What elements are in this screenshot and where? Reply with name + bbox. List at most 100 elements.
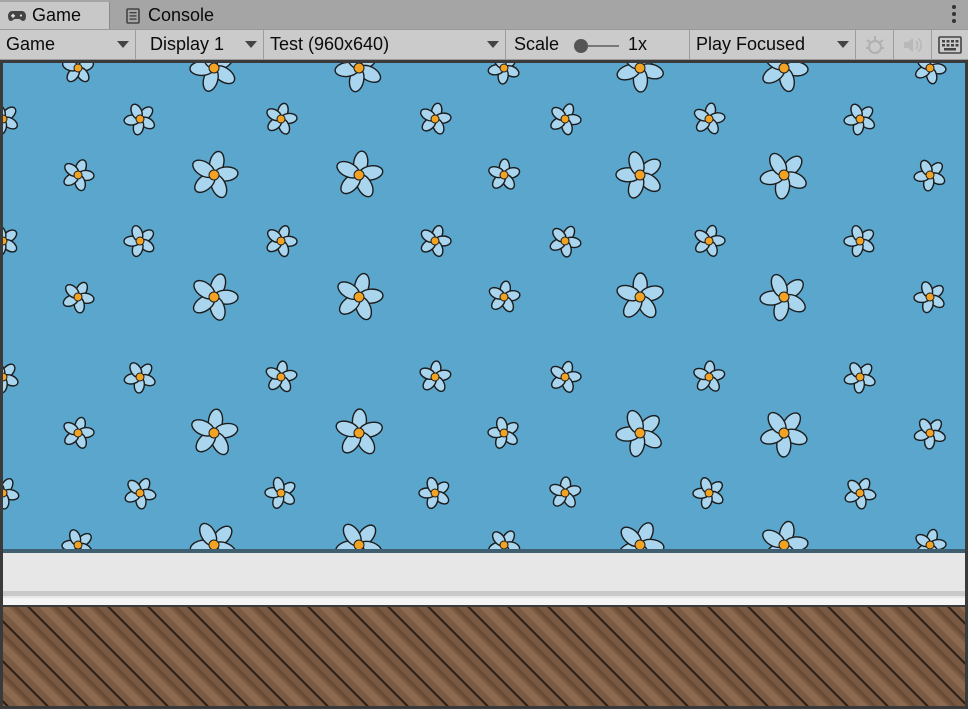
wooden-floor [3, 607, 965, 706]
flower-center [430, 236, 440, 246]
flower-center [3, 372, 8, 382]
flower-center [73, 428, 83, 438]
flower-center [73, 170, 83, 180]
display-dropdown[interactable]: Display 1 [136, 30, 264, 59]
flower-center [3, 114, 8, 124]
audio-mute-button[interactable] [894, 30, 932, 59]
play-mode-dropdown[interactable]: Play Focused [690, 30, 856, 59]
chevron-down-icon [245, 41, 257, 48]
game-viewport[interactable] [0, 60, 968, 709]
flower-center [135, 114, 145, 124]
floor-edge [3, 605, 965, 607]
flower-center [276, 372, 286, 382]
flower-center [499, 292, 509, 302]
chevron-down-icon [487, 41, 499, 48]
flower-center [430, 372, 440, 382]
flower-center [855, 114, 865, 124]
flower-center [925, 540, 935, 550]
wallpaper [3, 63, 965, 551]
view-mode-value: Game [6, 34, 56, 54]
scale-value: 1x [628, 34, 648, 54]
tab-console-label: Console [148, 5, 215, 25]
tab-game[interactable]: Game [0, 2, 110, 29]
flower-center [634, 539, 646, 551]
flower-center [353, 291, 365, 303]
skirting-groove [3, 591, 965, 596]
flower-center [353, 63, 365, 74]
scale-label: Scale [514, 34, 560, 54]
flower-center [73, 63, 83, 73]
view-mode-dropdown[interactable]: Game [0, 30, 136, 59]
flower-center [208, 63, 220, 74]
flower-center [855, 488, 865, 498]
audio-mute-icon [903, 37, 922, 52]
stats-icon [865, 35, 884, 54]
flower-center [499, 63, 509, 73]
tab-game-label: Game [32, 5, 82, 25]
game-scene [3, 63, 965, 706]
flower-center [3, 488, 8, 498]
flower-center [208, 427, 220, 439]
flower-center [560, 114, 570, 124]
flower-center [276, 236, 286, 246]
flower-center [778, 291, 790, 303]
flower-center [353, 169, 365, 181]
flower-center [778, 63, 790, 74]
scale-control: Scale 1x [506, 30, 690, 59]
gamepad-icon [8, 10, 26, 22]
flower-center [634, 63, 646, 74]
flower-center [925, 428, 935, 438]
resolution-dropdown[interactable]: Test (960x640) [264, 30, 506, 59]
scale-slider-track[interactable] [587, 45, 619, 47]
flower-center [135, 236, 145, 246]
chevron-down-icon [837, 41, 849, 48]
flower-center [499, 170, 509, 180]
wall-edge [3, 549, 965, 553]
flower-center [208, 169, 220, 181]
flower-center [135, 372, 145, 382]
game-render [3, 63, 965, 706]
flower-center [353, 427, 365, 439]
flower-center [925, 170, 935, 180]
scale-slider-handle[interactable] [574, 39, 588, 53]
flower-center [704, 372, 714, 382]
flower-center [925, 63, 935, 73]
flower-center [634, 169, 646, 181]
game-toolbar: Game Display 1 Test (960x640) Scale 1x P… [0, 29, 968, 60]
flower-center [73, 292, 83, 302]
flower-center [276, 488, 286, 498]
keyboard-icon [938, 35, 962, 54]
flower-center [353, 539, 365, 551]
flower-center [430, 114, 440, 124]
chevron-down-icon [117, 41, 129, 48]
keyboard-button[interactable] [932, 30, 968, 59]
flower-center [560, 372, 570, 382]
flower-center [778, 539, 790, 551]
tab-strip: Game Console [0, 0, 968, 29]
flower-center [73, 540, 83, 550]
play-mode-value: Play Focused [696, 34, 806, 54]
flower-center [704, 114, 714, 124]
flower-center [208, 539, 220, 551]
display-value: Display 1 [150, 34, 225, 54]
flower-center [430, 488, 440, 498]
resolution-value: Test (960x640) [270, 34, 390, 54]
skirting-top-edge [3, 598, 965, 605]
flower-center [778, 169, 790, 181]
flower-center [3, 236, 8, 246]
unity-game-window: Game Console Game Display 1 Test (960x64… [0, 0, 968, 709]
tab-console[interactable]: Console [116, 2, 236, 29]
flower-center [855, 236, 865, 246]
flower-center [499, 428, 509, 438]
console-icon [124, 7, 142, 24]
flower-center [925, 292, 935, 302]
more-options-icon[interactable] [952, 5, 956, 23]
flower-center [855, 372, 865, 382]
skirting-board [3, 553, 965, 605]
flower-center [704, 488, 714, 498]
flower-center [135, 488, 145, 498]
flower-center [560, 236, 570, 246]
flower-center [276, 114, 286, 124]
stats-button[interactable] [856, 30, 894, 59]
flower-center [778, 427, 790, 439]
